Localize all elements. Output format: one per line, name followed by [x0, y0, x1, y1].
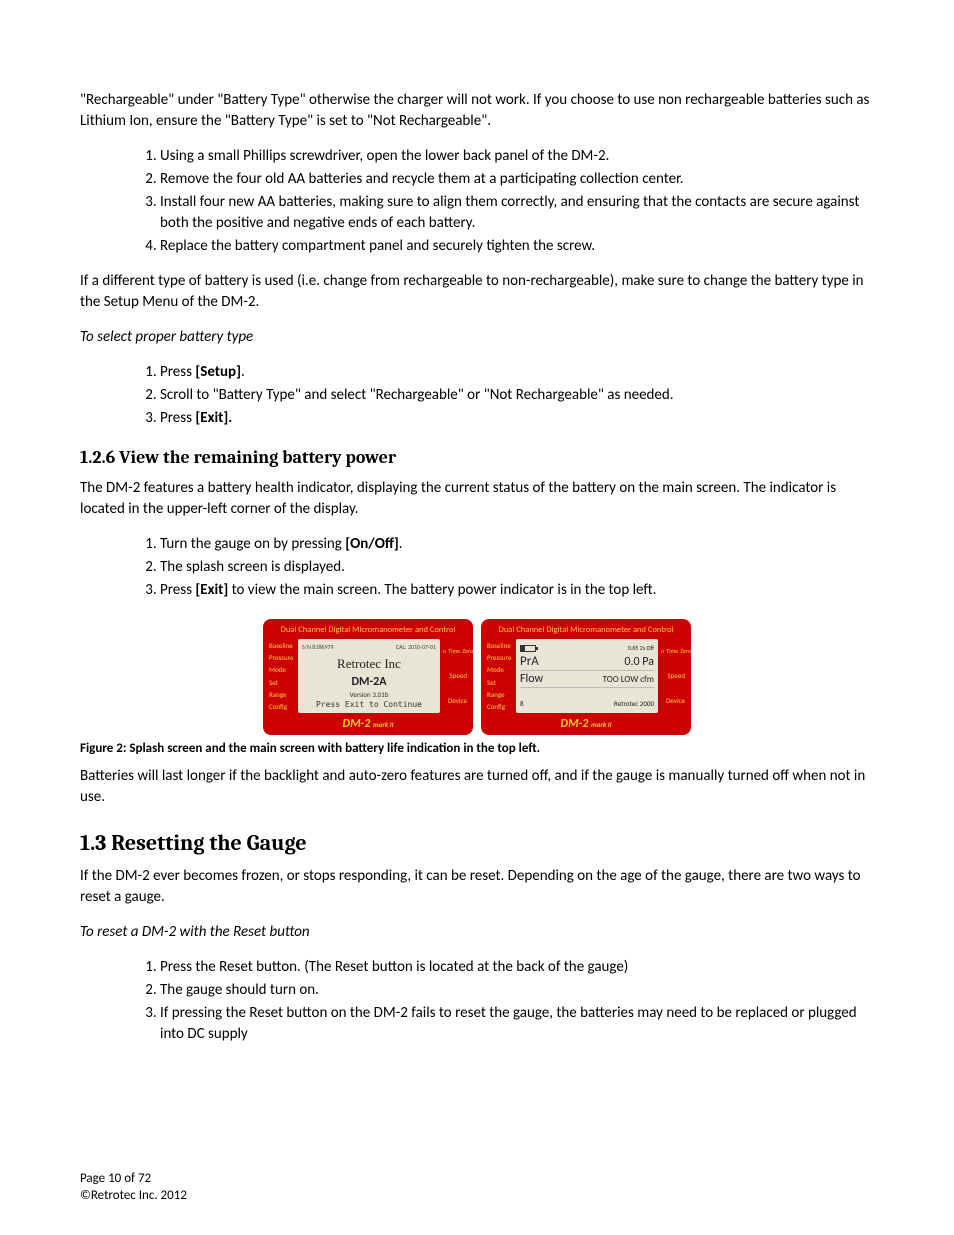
batteries-longer-paragraph: Batteries will last longer if the backli… — [80, 766, 874, 808]
device-title: Dual Channel Digital Micromanometer and … — [487, 625, 685, 635]
device-title: Dual Channel Digital Micromanometer and … — [269, 625, 467, 635]
main-screen: 0.65 2s Off PrA0.0 Pa FlowTOO LOW cfm 8R… — [516, 639, 658, 713]
device-splash: Dual Channel Digital Micromanometer and … — [263, 619, 473, 735]
intro-paragraph: "Rechargeable" under "Battery Type" othe… — [80, 90, 874, 132]
list-item: Press [Exit]. — [160, 408, 874, 429]
section-1-2-6-heading: 1.2.6 View the remaining battery power — [80, 447, 874, 468]
splash-screen: S/N 8186979CAL: 2010-07-01 Retrotec Inc … — [298, 639, 440, 713]
list-item: Using a small Phillips screwdriver, open… — [160, 146, 874, 167]
figure-caption: Figure 2: Splash screen and the main scr… — [80, 741, 874, 756]
page-footer: Page 10 of 72 ©Retrotec Inc. 2012 — [80, 1171, 187, 1205]
view-battery-steps: Turn the gauge on by pressing [On/Off]. … — [80, 534, 874, 601]
list-item: The splash screen is displayed. — [160, 557, 874, 578]
section-1-3-heading: 1.3 Resetting the Gauge — [80, 830, 874, 856]
list-item: If pressing the Reset button on the DM-2… — [160, 1003, 874, 1045]
device-right-labels: nTimeZero Speed Device — [661, 639, 685, 713]
page: "Rechargeable" under "Battery Type" othe… — [0, 0, 954, 1235]
list-item: Turn the gauge on by pressing [On/Off]. — [160, 534, 874, 555]
battery-icon — [520, 645, 536, 652]
device-footer: DM-2 mark II — [487, 717, 685, 731]
list-item: Press [Setup]. — [160, 362, 874, 383]
device-right-labels: nTimeZero Speed Device — [443, 639, 467, 713]
after-steps-paragraph: If a different type of battery is used (… — [80, 271, 874, 313]
battery-replace-steps: Using a small Phillips screwdriver, open… — [80, 146, 874, 257]
select-battery-steps: Press [Setup]. Scroll to "Battery Type" … — [80, 362, 874, 429]
page-number: Page 10 of 72 — [80, 1171, 187, 1188]
device-main: Dual Channel Digital Micromanometer and … — [481, 619, 691, 735]
section-1-3-paragraph: If the DM-2 ever becomes frozen, or stop… — [80, 866, 874, 908]
copyright: ©Retrotec Inc. 2012 — [80, 1188, 187, 1205]
device-left-labels: Baseline Pressure Mode Set Range Config — [487, 639, 513, 713]
list-item: Press the Reset button. (The Reset butto… — [160, 957, 874, 978]
list-item: Scroll to "Battery Type" and select "Rec… — [160, 385, 874, 406]
figure-2: Dual Channel Digital Micromanometer and … — [80, 619, 874, 735]
device-left-labels: Baseline Pressure Mode Set Range Config — [269, 639, 295, 713]
select-battery-heading: To select proper battery type — [80, 327, 874, 348]
reset-heading: To reset a DM-2 with the Reset button — [80, 922, 874, 943]
list-item: Install four new AA batteries, making su… — [160, 192, 874, 234]
list-item: Replace the battery compartment panel an… — [160, 236, 874, 257]
list-item: Press [Exit] to view the main screen. Th… — [160, 580, 874, 601]
list-item: The gauge should turn on. — [160, 980, 874, 1001]
section-1-2-6-paragraph: The DM-2 features a battery health indic… — [80, 478, 874, 520]
list-item: Remove the four old AA batteries and rec… — [160, 169, 874, 190]
device-footer: DM-2 mark II — [269, 717, 467, 731]
reset-steps: Press the Reset button. (The Reset butto… — [80, 957, 874, 1045]
